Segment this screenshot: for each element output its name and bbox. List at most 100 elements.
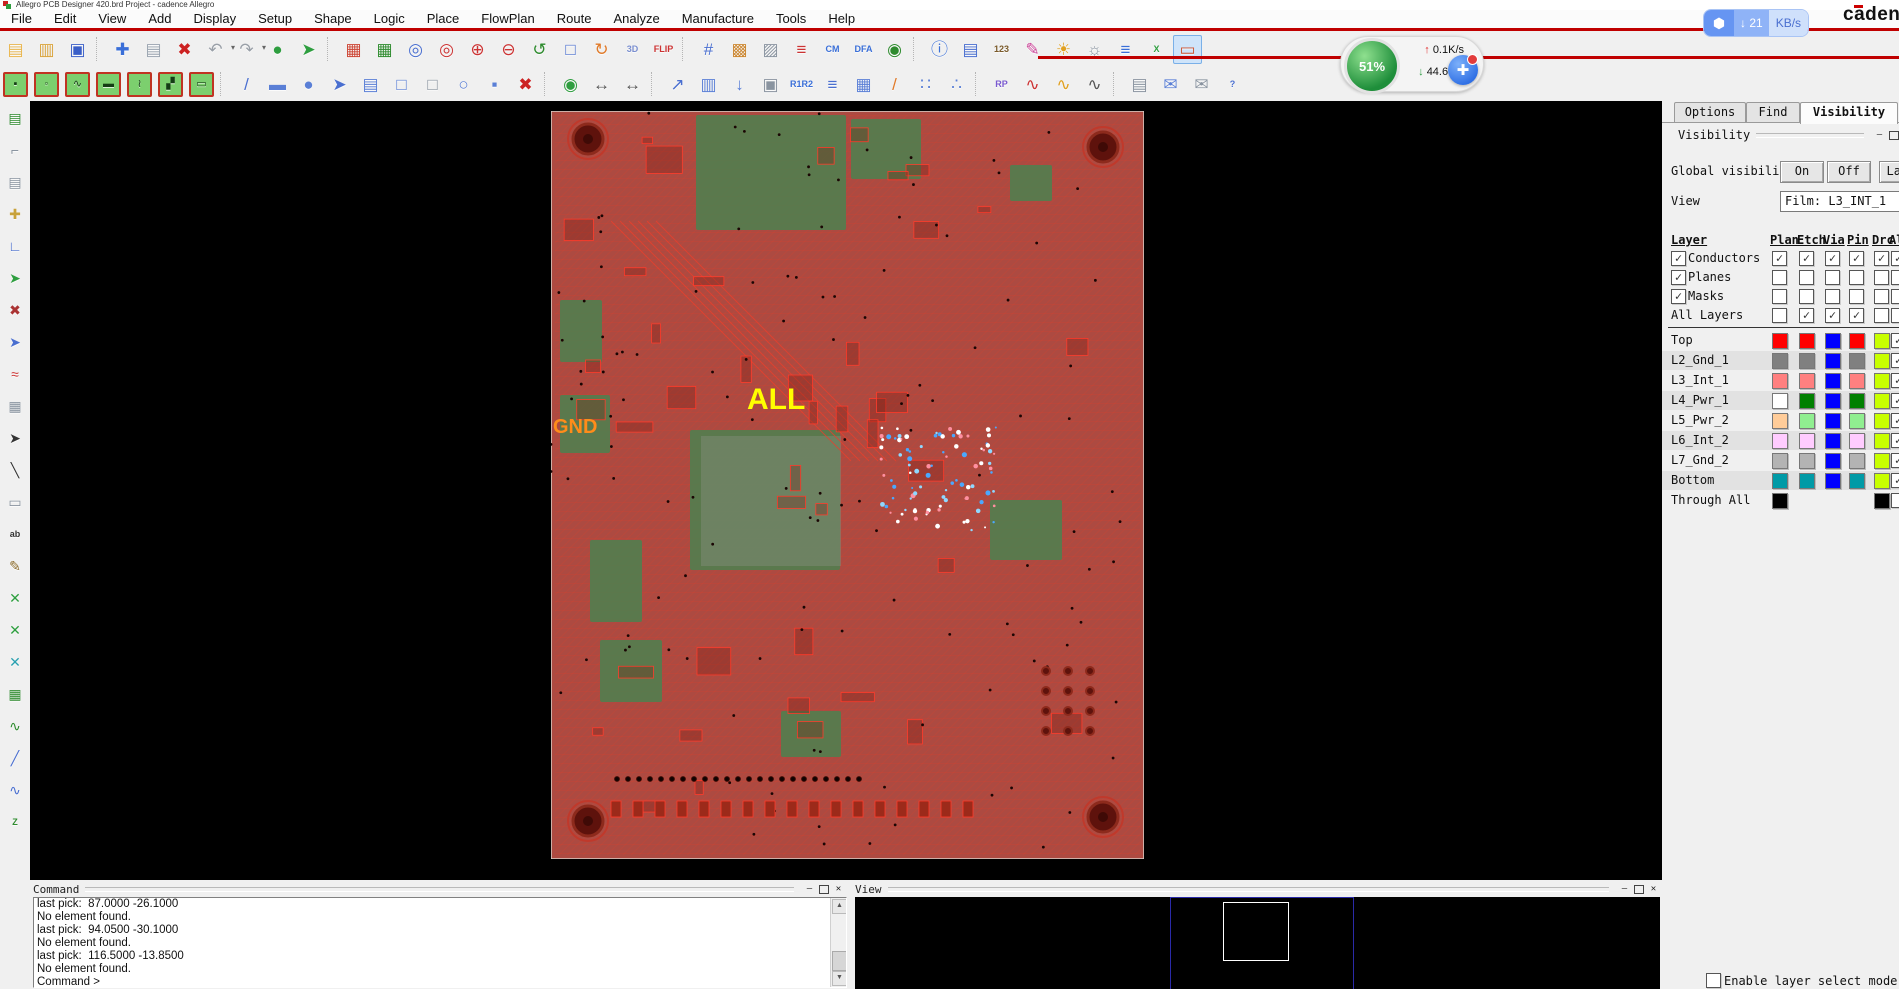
layer-color-swatch[interactable] — [1772, 453, 1788, 469]
layer-color-swatch[interactable] — [1825, 413, 1841, 429]
world-map-icon[interactable]: ◉ — [880, 35, 909, 64]
bga-array-icon[interactable]: ∴ — [942, 70, 971, 99]
assistant-ball[interactable]: ✚ — [1448, 55, 1478, 85]
layer-all-checkbox[interactable] — [1891, 493, 1899, 508]
refdes-pins-icon[interactable]: RP — [987, 70, 1016, 99]
visibility-film-icon-7[interactable]: ▭ — [189, 72, 214, 97]
visibility-film-icon-6[interactable]: ▞ — [158, 72, 183, 97]
cell-checkbox[interactable]: ✓ — [1825, 251, 1840, 266]
layer-color-swatch[interactable] — [1825, 373, 1841, 389]
visibility-film-icon-4[interactable]: ▬ — [96, 72, 121, 97]
shape-circle-outline-icon[interactable]: ○ — [449, 70, 478, 99]
layer-color-swatch[interactable] — [1849, 453, 1865, 469]
topology-icon[interactable]: ∿ — [1049, 70, 1078, 99]
layer-color-swatch[interactable] — [1772, 473, 1788, 489]
swap-icon[interactable]: ✕ — [2, 649, 28, 675]
dehighlight-icon[interactable]: ✎ — [1018, 35, 1047, 64]
layer-color-swatch[interactable] — [1874, 393, 1890, 409]
layer-color-swatch[interactable] — [1772, 493, 1788, 509]
visibility-film-icon-2[interactable]: ◦ — [34, 72, 59, 97]
help-icon[interactable]: ? — [1218, 70, 1247, 99]
delete-shape-icon[interactable]: ✖ — [511, 70, 540, 99]
menu-place[interactable]: Place — [416, 10, 471, 26]
selection-buffer-icon[interactable]: ▭ — [1173, 35, 1202, 64]
menu-analyze[interactable]: Analyze — [602, 10, 670, 26]
new-file-icon[interactable]: ▤ — [1, 35, 30, 64]
menu-file[interactable]: File — [0, 10, 43, 26]
layer-color-swatch[interactable] — [1772, 333, 1788, 349]
layer-color-swatch[interactable] — [1799, 353, 1815, 369]
layer-color-swatch[interactable] — [1772, 433, 1788, 449]
shape-circle-icon[interactable]: ● — [294, 70, 323, 99]
layer-color-swatch[interactable] — [1849, 373, 1865, 389]
visibility-film-icon-3[interactable]: ∿ — [65, 72, 90, 97]
report-icon[interactable]: ▤ — [2, 169, 28, 195]
layer-color-swatch[interactable] — [1772, 413, 1788, 429]
global-last-button[interactable]: Last — [1879, 161, 1899, 183]
open-design-icon[interactable]: ▤ — [2, 105, 28, 131]
layer-all-checkbox[interactable]: ✓ — [1891, 473, 1899, 488]
scroll-up-icon[interactable]: ▲ — [832, 899, 847, 914]
route-tool-icon[interactable]: ∿ — [2, 713, 28, 739]
pcb-board[interactable]: ALLGND — [551, 111, 1144, 859]
layer-color-swatch[interactable] — [1825, 353, 1841, 369]
menu-route[interactable]: Route — [546, 10, 603, 26]
restore-icon[interactable] — [819, 885, 829, 894]
layer-color-swatch[interactable] — [1825, 393, 1841, 409]
menu-help[interactable]: Help — [817, 10, 866, 26]
minimize-icon[interactable]: — — [1618, 884, 1631, 895]
layer-color-swatch[interactable] — [1849, 413, 1865, 429]
bend-tool-icon[interactable]: ∟ — [2, 233, 28, 259]
scroll-down-icon[interactable]: ▼ — [832, 971, 847, 986]
command-output[interactable]: last pick: 87.0000 -26.1000No element fo… — [33, 897, 847, 988]
zoom-previous-icon[interactable]: ↺ — [525, 35, 554, 64]
cell-checkbox[interactable] — [1772, 270, 1787, 285]
design-canvas[interactable]: ALLGND — [30, 101, 1662, 880]
shape-rounded-icon[interactable]: □ — [387, 70, 416, 99]
cell-checkbox[interactable] — [1772, 308, 1787, 323]
shape-square-icon[interactable]: □ — [418, 70, 447, 99]
delay-tune-icon[interactable]: ∿ — [2, 777, 28, 803]
layer-color-swatch[interactable] — [1799, 473, 1815, 489]
layer-all-checkbox[interactable]: ✓ — [1891, 333, 1899, 348]
pad-array-icon[interactable]: ∷ — [911, 70, 940, 99]
scrollbar-thumb[interactable] — [832, 951, 847, 971]
highlight-icon[interactable]: ☀ — [1049, 35, 1078, 64]
menu-flowplan[interactable]: FlowPlan — [470, 10, 545, 26]
grid-toggle-icon[interactable]: # — [694, 35, 723, 64]
cell-checkbox[interactable] — [1874, 289, 1889, 304]
ruler-icon[interactable]: ⌐ — [2, 137, 28, 163]
redraw-icon[interactable]: ↻ — [587, 35, 616, 64]
layer-color-swatch[interactable] — [1799, 373, 1815, 389]
layer-color-swatch[interactable] — [1849, 393, 1865, 409]
board-grid-icon[interactable]: ▦ — [370, 35, 399, 64]
add-rats-icon[interactable]: ✕ — [2, 585, 28, 611]
layer-color-swatch[interactable] — [1772, 353, 1788, 369]
show-measure-icon[interactable]: ▤ — [956, 35, 985, 64]
component-icon[interactable]: ◉ — [556, 70, 585, 99]
place-pin-icon[interactable]: ↓ — [725, 70, 754, 99]
redo-icon[interactable]: ↷▾ — [232, 35, 261, 64]
cell-checkbox[interactable] — [1772, 289, 1787, 304]
pencil-icon[interactable]: ✎ — [2, 553, 28, 579]
close-icon[interactable]: ✕ — [832, 884, 845, 895]
tab-visibility[interactable]: Visibility — [1800, 102, 1898, 124]
visibility-film-icon-5[interactable]: ≀ — [127, 72, 152, 97]
layer-color-swatch[interactable] — [1874, 453, 1890, 469]
copy-clipboard-icon[interactable]: ▤ — [1125, 70, 1154, 99]
measure-icon[interactable]: 123 — [987, 35, 1016, 64]
layer-color-swatch[interactable] — [1849, 473, 1865, 489]
cell-checkbox[interactable]: ✓ — [1772, 251, 1787, 266]
hand-tool-icon[interactable]: ✚ — [2, 201, 28, 227]
layer-stack-icon[interactable]: ≡ — [787, 35, 816, 64]
slide-tool-icon[interactable]: ╱ — [2, 745, 28, 771]
delete-rats-icon[interactable]: ✕ — [2, 617, 28, 643]
cell-checkbox[interactable] — [1799, 289, 1814, 304]
layer-color-swatch[interactable] — [1874, 413, 1890, 429]
shape-small-rect-icon[interactable]: ▪ — [480, 70, 509, 99]
menu-setup[interactable]: Setup — [247, 10, 303, 26]
layer-all-checkbox[interactable]: ✓ — [1891, 353, 1899, 368]
spreadsheet-icon[interactable]: ▦ — [2, 681, 28, 707]
dfa-spreadsheet-icon[interactable]: DFA — [849, 35, 878, 64]
grid-icon[interactable]: ▦ — [2, 393, 28, 419]
